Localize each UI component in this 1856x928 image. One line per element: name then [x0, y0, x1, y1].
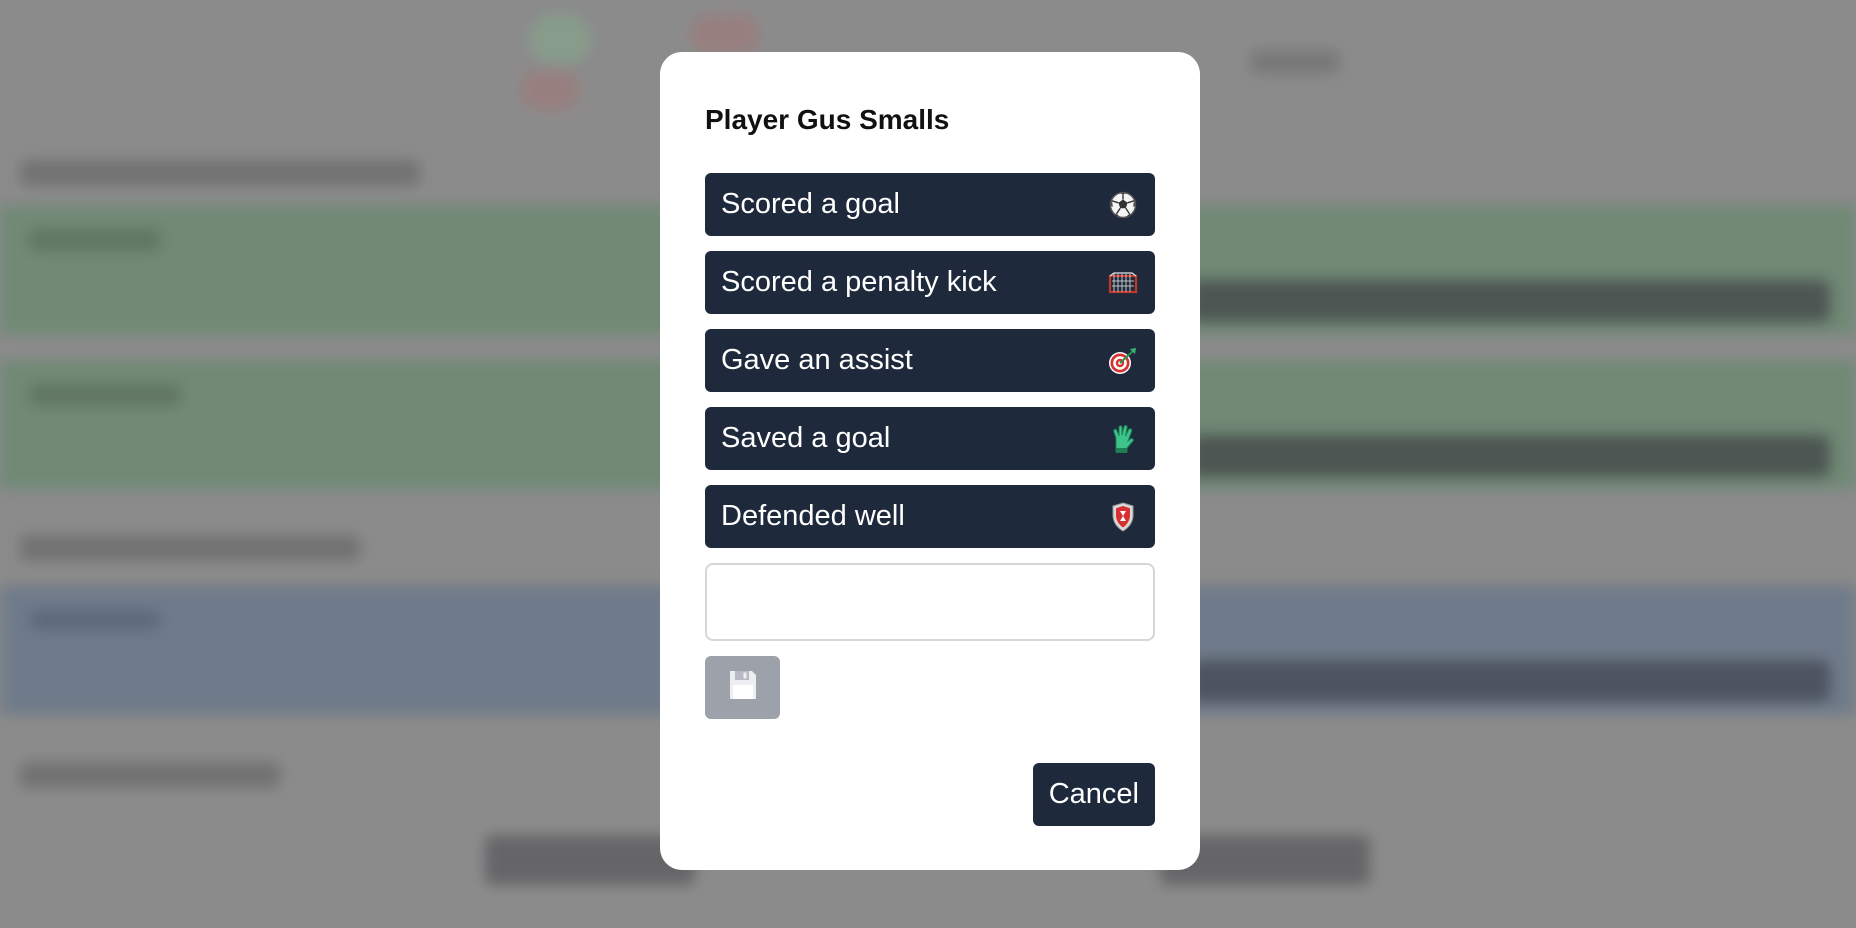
soccer-ball-icon — [1107, 189, 1139, 221]
action-label: Scored a penalty kick — [721, 266, 997, 298]
goalkeeper-glove-icon — [1107, 423, 1139, 455]
scored-penalty-kick-button[interactable]: Scored a penalty kick — [705, 251, 1155, 314]
floppy-disk-icon — [729, 669, 757, 706]
save-button[interactable] — [705, 656, 780, 719]
action-label: Scored a goal — [721, 188, 900, 220]
note-input[interactable] — [705, 563, 1155, 641]
shield-icon — [1107, 501, 1139, 533]
scored-goal-button[interactable]: Scored a goal — [705, 173, 1155, 236]
modal-title: Player Gus Smalls — [705, 104, 950, 135]
cancel-button[interactable]: Cancel — [1032, 763, 1155, 826]
action-list: Scored a goal Scored a penalty kick Gave… — [705, 173, 1155, 548]
saved-goal-button[interactable]: Saved a goal — [705, 407, 1155, 470]
player-action-modal: Player Gus Smalls Scored a goal Scored a… — [660, 52, 1200, 870]
gave-assist-button[interactable]: Gave an assist — [705, 329, 1155, 392]
target-dart-icon — [1107, 345, 1139, 377]
defended-well-button[interactable]: Defended well — [705, 485, 1155, 548]
action-label: Defended well — [721, 500, 905, 532]
goal-net-icon — [1107, 267, 1139, 299]
action-label: Saved a goal — [721, 422, 891, 454]
action-label: Gave an assist — [721, 344, 913, 376]
